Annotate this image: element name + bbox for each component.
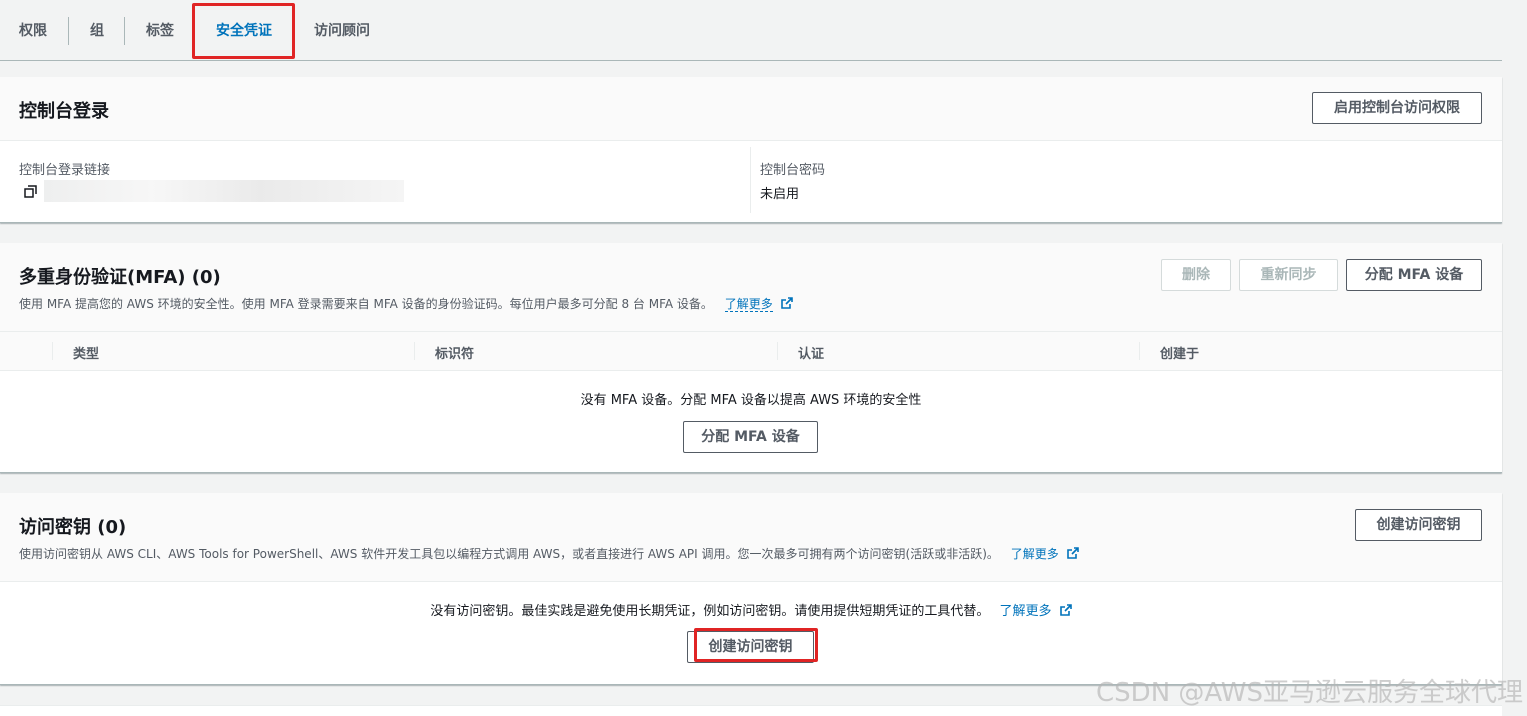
description-text: 使用 MFA 提高您的 AWS 环境的安全性。使用 MFA 登录需要来自 MFA… <box>19 297 713 311</box>
create-access-key-button[interactable]: 创建访问密钥 <box>1355 509 1482 541</box>
delete-button[interactable]: 删除 <box>1161 259 1231 291</box>
assign-mfa-button[interactable]: 分配 MFA 设备 <box>1346 259 1482 291</box>
panel-title: 多重身份验证(MFA) (0) <box>19 267 221 288</box>
panel-title: 控制台登录 <box>19 101 109 122</box>
learn-more-link[interactable]: 了解更多 <box>1000 604 1052 619</box>
console-signin-panel: 控制台登录 启用控制台访问权限 控制台登录链接 控制台密码 未启用 <box>0 77 1502 223</box>
column-header-type[interactable]: 类型 <box>73 343 99 362</box>
tab-tags[interactable]: 标签 <box>146 0 174 60</box>
column-header-identifier[interactable]: 标识符 <box>435 343 474 362</box>
console-password-label: 控制台密码 <box>760 163 826 178</box>
external-link-icon[interactable] <box>780 297 793 309</box>
panel-header: 多重身份验证(MFA) (0) 使用 MFA 提高您的 AWS 环境的安全性。使… <box>0 243 1502 331</box>
console-link-label: 控制台登录链接 <box>19 163 111 178</box>
table-header: 类型 标识符 认证 创建于 <box>0 331 1502 371</box>
column-divider <box>750 147 751 213</box>
tab-permissions[interactable]: 权限 <box>19 0 47 60</box>
panel-header: 控制台登录 启用控制台访问权限 <box>0 77 1502 141</box>
column-divider <box>1139 342 1140 360</box>
learn-more-link[interactable]: 了解更多 <box>724 297 773 312</box>
panel-header: 访问密钥 (0) 使用访问密钥从 AWS CLI、AWS Tools for P… <box>0 493 1502 582</box>
mfa-panel: 多重身份验证(MFA) (0) 使用 MFA 提高您的 AWS 环境的安全性。使… <box>0 243 1502 473</box>
external-link-icon[interactable] <box>1059 604 1072 616</box>
mfa-empty-text: 没有 MFA 设备。分配 MFA 设备以提高 AWS 环境的安全性 <box>580 393 922 408</box>
column-divider <box>414 342 415 360</box>
enable-console-access-button[interactable]: 启用控制台访问权限 <box>1312 92 1482 124</box>
highlight-box-create-key <box>694 628 818 662</box>
panel-description: 使用访问密钥从 AWS CLI、AWS Tools for PowerShell… <box>19 545 1079 562</box>
tab-access-advisor[interactable]: 访问顾问 <box>314 0 370 60</box>
redacted-link <box>44 180 404 202</box>
copy-icon[interactable] <box>24 185 37 198</box>
description-text: 使用访问密钥从 AWS CLI、AWS Tools for PowerShell… <box>19 547 999 561</box>
assign-mfa-empty-button[interactable]: 分配 MFA 设备 <box>683 421 818 453</box>
column-header-certification[interactable]: 认证 <box>798 343 824 362</box>
resync-button[interactable]: 重新同步 <box>1239 259 1338 291</box>
column-header-created[interactable]: 创建于 <box>1160 343 1199 362</box>
highlight-box-tab <box>192 3 295 59</box>
empty-text: 没有访问密钥。最佳实践是避免使用长期凭证，例如访问密钥。请使用提供短期凭证的工具… <box>430 604 990 619</box>
tab-divider <box>124 17 125 45</box>
tab-divider <box>68 17 69 45</box>
console-password-value: 未启用 <box>760 187 800 202</box>
column-divider <box>52 342 53 360</box>
panel-title: 访问密钥 (0) <box>19 517 127 538</box>
learn-more-link[interactable]: 了解更多 <box>1011 547 1059 561</box>
access-keys-empty-text: 没有访问密钥。最佳实践是避免使用长期凭证，例如访问密钥。请使用提供短期凭证的工具… <box>0 600 1502 619</box>
external-link-icon[interactable] <box>1066 547 1079 559</box>
column-divider <box>777 342 778 360</box>
panel-description: 使用 MFA 提高您的 AWS 环境的安全性。使用 MFA 登录需要来自 MFA… <box>19 295 793 312</box>
tab-groups[interactable]: 组 <box>90 0 104 60</box>
watermark: CSDN @AWS亚马逊云服务全球代理 <box>1096 678 1523 708</box>
